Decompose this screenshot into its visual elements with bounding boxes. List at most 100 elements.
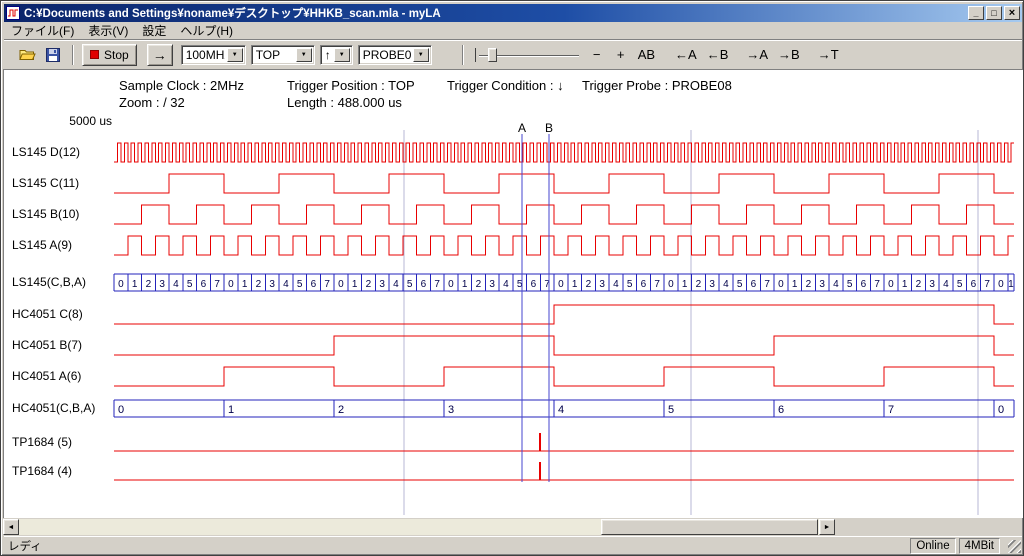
bus-value: 6 xyxy=(421,279,427,290)
scroll-right-icon[interactable]: ► xyxy=(819,519,835,535)
bus-value: 5 xyxy=(847,279,853,290)
bus-value: 0 xyxy=(998,279,1004,290)
bus-value: 5 xyxy=(668,404,674,416)
bus-value: 4 xyxy=(723,279,729,290)
bus-value: 4 xyxy=(558,404,564,416)
bus-value: 1 xyxy=(132,279,138,290)
bus-value: 2 xyxy=(146,279,152,290)
bus-value: 0 xyxy=(448,279,454,290)
bus-value: 7 xyxy=(984,279,990,290)
bus-value: 3 xyxy=(379,279,385,290)
stop-icon xyxy=(90,50,99,59)
bus-value: 3 xyxy=(709,279,715,290)
ab-range-button[interactable]: AB xyxy=(635,44,658,66)
bus-value: 2 xyxy=(806,279,812,290)
menu-file[interactable]: ファイル(F) xyxy=(4,21,81,41)
bus-value: 6 xyxy=(751,279,757,290)
bus-value: 0 xyxy=(998,404,1004,416)
run-button[interactable]: → xyxy=(147,44,173,66)
pulse-marker xyxy=(539,462,541,480)
signal-trace-2 xyxy=(114,205,1014,224)
zoom-out-button[interactable]: − xyxy=(587,44,607,66)
sample-clock-select[interactable]: 100MHz ▼ xyxy=(181,45,246,65)
goto-b-next-button[interactable]: →B xyxy=(775,44,803,66)
chevron-down-icon[interactable]: ▼ xyxy=(296,48,312,62)
chevron-down-icon[interactable]: ▼ xyxy=(334,48,350,62)
window-title: C:¥Documents and Settings¥noname¥デスクトップ¥… xyxy=(24,5,966,21)
waveform-panel: Sample Clock : 2MHz Trigger Position : T… xyxy=(3,69,1023,518)
save-button[interactable] xyxy=(42,44,64,66)
zoom-in-button[interactable]: + xyxy=(611,44,631,66)
bus-value: 1 xyxy=(902,279,908,290)
chevron-down-icon[interactable]: ▼ xyxy=(413,48,429,62)
probe-select[interactable]: PROBE00 ▼ xyxy=(358,45,432,65)
zoom-slider[interactable] xyxy=(475,44,579,66)
bus-value: 2 xyxy=(586,279,592,290)
close-button[interactable]: × xyxy=(1004,6,1020,20)
bus-value: 7 xyxy=(874,279,880,290)
bus-value: 6 xyxy=(311,279,317,290)
bus-value: 0 xyxy=(118,404,124,416)
bus-value: 6 xyxy=(531,279,537,290)
bus-value: 2 xyxy=(916,279,922,290)
bus-value: 6 xyxy=(641,279,647,290)
scrollbar-thumb[interactable] xyxy=(601,519,818,535)
stop-button[interactable]: Stop xyxy=(82,44,137,66)
horizontal-scrollbar[interactable]: ◄ ► xyxy=(3,519,835,535)
toolbar-separator xyxy=(462,45,464,65)
bus-value: 6 xyxy=(971,279,977,290)
slider-thumb[interactable] xyxy=(488,48,497,62)
trigger-position-select[interactable]: TOP ▼ xyxy=(251,45,315,65)
bus-value: 3 xyxy=(269,279,275,290)
bus-value: 7 xyxy=(888,404,894,416)
goto-a-next-button[interactable]: →A xyxy=(743,44,771,66)
goto-b-prev-button[interactable]: ←B xyxy=(704,44,732,66)
bus-value: 5 xyxy=(627,279,633,290)
menu-view[interactable]: 表示(V) xyxy=(81,21,135,41)
trigger-edge-select[interactable]: ↑ ▼ xyxy=(320,45,353,65)
waveform-canvas[interactable]: 0123456701234567012345670123456701234567… xyxy=(4,70,1024,519)
bus-value: 3 xyxy=(448,404,454,416)
toolbar-separator xyxy=(72,45,74,65)
menu-settings[interactable]: 設定 xyxy=(135,21,173,41)
titlebar: C:¥Documents and Settings¥noname¥デスクトップ¥… xyxy=(4,4,1022,22)
bus-value: 7 xyxy=(434,279,440,290)
bus-value: 0 xyxy=(228,279,234,290)
pulse-marker xyxy=(539,433,541,451)
bus-value: 6 xyxy=(861,279,867,290)
chevron-down-icon[interactable]: ▼ xyxy=(227,48,243,62)
resize-grip[interactable] xyxy=(1008,540,1021,553)
minimize-button[interactable]: _ xyxy=(968,6,984,20)
bus-value: 5 xyxy=(297,279,303,290)
signal-trace-1 xyxy=(114,174,1014,193)
status-online: Online xyxy=(910,538,955,554)
bus-value: 4 xyxy=(283,279,289,290)
bus-value: 1 xyxy=(682,279,688,290)
signal-trace-0 xyxy=(114,143,1014,162)
app-icon xyxy=(6,6,20,20)
signal-trace-6 xyxy=(114,336,1014,355)
bus-value: 4 xyxy=(503,279,509,290)
bus-value: 1 xyxy=(572,279,578,290)
scroll-left-icon[interactable]: ◄ xyxy=(3,519,19,535)
menu-help[interactable]: ヘルプ(H) xyxy=(173,21,240,41)
bus-value: 3 xyxy=(929,279,935,290)
signal-trace-3 xyxy=(114,236,1014,255)
bus-value: 4 xyxy=(613,279,619,290)
bus-value: 1 xyxy=(228,404,234,416)
open-button[interactable] xyxy=(16,44,38,66)
statusbar: レディ Online 4MBit xyxy=(4,536,1022,554)
bus-value: 1 xyxy=(462,279,468,290)
bus-value: 0 xyxy=(558,279,564,290)
toolbar: Stop → 100MHz ▼ TOP ▼ ↑ ▼ PROBE00 ▼ − + … xyxy=(4,41,1022,68)
scrollbar-track[interactable] xyxy=(19,519,819,535)
goto-trigger-button[interactable]: →T xyxy=(815,44,842,66)
bus-value: 7 xyxy=(214,279,220,290)
bus-value: 2 xyxy=(696,279,702,290)
bus-value: 0 xyxy=(668,279,674,290)
bus-value: 7 xyxy=(324,279,330,290)
maximize-button[interactable]: □ xyxy=(986,6,1002,20)
goto-a-prev-button[interactable]: ←A xyxy=(672,44,700,66)
bus-value: 1 xyxy=(792,279,798,290)
bus-value: 2 xyxy=(256,279,262,290)
